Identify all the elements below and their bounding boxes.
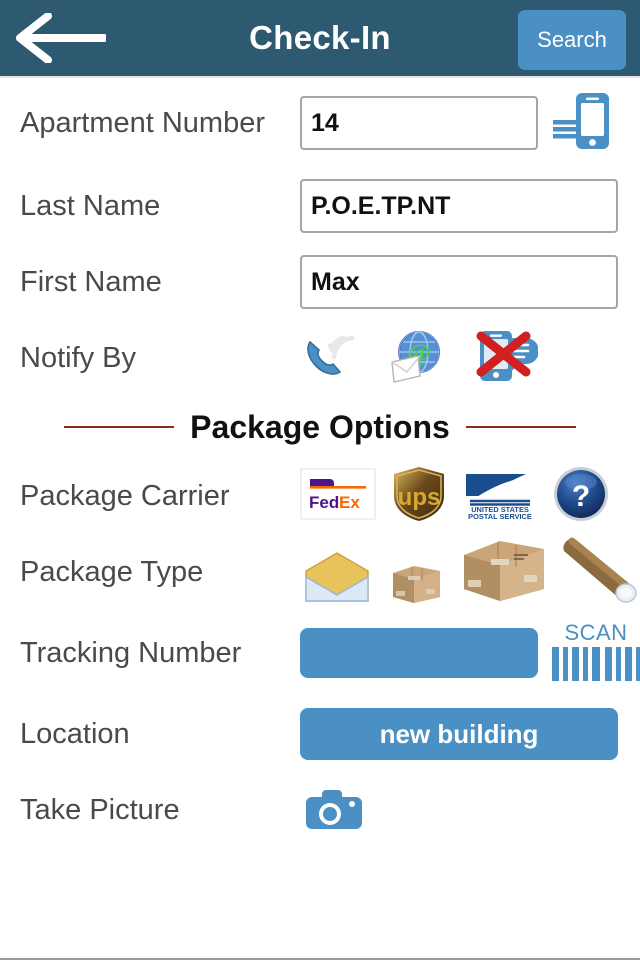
row-last-name: Last Name xyxy=(0,168,640,244)
first-name-control xyxy=(300,255,640,309)
row-first-name: First Name xyxy=(0,244,640,320)
row-apartment-number: Apartment Number xyxy=(0,78,640,168)
take-picture-control xyxy=(300,783,640,838)
tracking-number-control: SCAN xyxy=(300,619,640,686)
row-location: Location new building xyxy=(0,696,640,772)
check-in-form: Apartment Number Last Na xyxy=(0,78,640,848)
back-button[interactable] xyxy=(0,0,120,77)
row-take-picture: Take Picture xyxy=(0,772,640,848)
package-options-divider: Package Options xyxy=(0,396,640,458)
package-type-label: Package Type xyxy=(20,556,204,588)
package-type-control xyxy=(300,535,640,610)
phone-call-icon[interactable] xyxy=(300,328,364,389)
package-options-title: Package Options xyxy=(190,408,450,445)
location-label: Location xyxy=(20,718,130,750)
scan-label: SCAN xyxy=(564,619,628,645)
row-package-carrier: Package Carrier Fed Ex ups UNITED STATES… xyxy=(0,458,640,534)
fedex-fed-text: Fed xyxy=(309,493,339,512)
last-name-label: Last Name xyxy=(20,190,161,222)
notify-by-control: @ xyxy=(300,328,640,389)
package-carrier-control: Fed Ex ups UNITED STATES POSTAL SERVICE … xyxy=(300,465,640,528)
camera-icon xyxy=(300,789,366,838)
small-box-icon[interactable] xyxy=(386,557,446,610)
first-name-label: First Name xyxy=(20,266,162,298)
first-name-input[interactable] xyxy=(300,255,618,309)
back-arrow-icon xyxy=(14,13,106,63)
apartment-number-label: Apartment Number xyxy=(20,106,265,139)
check-in-screen: Check-In Search Apartment Number 14 Last… xyxy=(0,0,640,960)
apartment-number-input[interactable] xyxy=(300,96,538,150)
tracking-number-input[interactable] xyxy=(300,628,538,678)
take-picture-label: Take Picture xyxy=(20,794,180,826)
question-mark-glyph: ? xyxy=(572,480,590,513)
unknown-carrier-icon[interactable]: ? xyxy=(552,465,610,528)
tracking-number-label: Tracking Number xyxy=(20,636,242,669)
fedex-ex-text: Ex xyxy=(339,493,360,512)
sms-disabled-icon[interactable] xyxy=(470,328,539,389)
barcode-icon xyxy=(551,646,640,686)
ups-wordmark-text: ups xyxy=(398,484,441,511)
row-package-type: Package Type xyxy=(0,534,640,610)
location-control: new building xyxy=(300,708,640,760)
search-button[interactable]: Search xyxy=(518,10,626,70)
row-tracking-number: Tracking Number SCAN xyxy=(0,610,640,696)
divider-rule-right xyxy=(465,426,576,428)
tube-icon[interactable] xyxy=(562,535,640,610)
row-notify-by: Notify By @ xyxy=(0,320,640,396)
divider-rule-left xyxy=(64,426,175,428)
fedex-logo-icon[interactable]: Fed Ex xyxy=(300,468,376,525)
take-picture-button[interactable] xyxy=(300,783,366,838)
usps-logo-icon[interactable]: UNITED STATES POSTAL SERVICE xyxy=(462,468,538,525)
location-button[interactable]: new building xyxy=(300,708,618,760)
notify-by-label: Notify By xyxy=(20,342,137,374)
last-name-control xyxy=(300,179,640,233)
app-header: Check-In Search xyxy=(0,0,640,78)
envelope-icon[interactable] xyxy=(300,551,374,610)
package-carrier-label: Package Carrier xyxy=(20,480,230,512)
phone-directory-icon[interactable] xyxy=(552,90,612,157)
email-icon[interactable]: @ xyxy=(386,328,448,389)
apartment-number-control xyxy=(300,90,640,157)
last-name-input[interactable] xyxy=(300,179,618,233)
scan-button[interactable]: SCAN xyxy=(550,619,640,686)
ups-logo-icon[interactable]: ups xyxy=(390,465,448,528)
large-box-icon[interactable] xyxy=(458,535,550,610)
usps-line2-text: POSTAL SERVICE xyxy=(468,512,532,520)
